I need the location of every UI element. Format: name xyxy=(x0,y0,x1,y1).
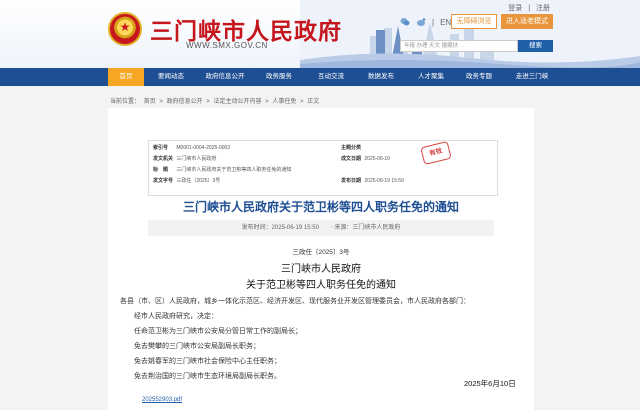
meta-label: 成文日期 xyxy=(341,156,362,162)
meta-label: 标 题 xyxy=(153,167,169,173)
attachment-link[interactable]: 20255290​3.pdf xyxy=(142,397,182,403)
top-links: 登录 | 注册 xyxy=(506,3,552,13)
meta-row-category: 主题分类 xyxy=(337,144,363,152)
weibo-icon[interactable] xyxy=(416,17,426,27)
salutation: 各县（市、区）人民政府，城乡一体化示范区、经济开发区、现代服务业开发区管理委员会… xyxy=(120,298,470,305)
search-input[interactable]: 年报 办理 天文 援藏扶 … xyxy=(400,40,518,52)
breadcrumb-item[interactable]: 首页 xyxy=(144,99,156,105)
meta-label: 主题分类 xyxy=(341,145,362,151)
nav-item-data-release[interactable]: 数据发布 xyxy=(358,68,404,86)
paragraph: 免去樊攀的三门峡市公安局副局长职务； xyxy=(134,343,260,350)
national-emblem-logo: ★ xyxy=(108,12,142,46)
wechat-icon[interactable] xyxy=(400,17,410,27)
breadcrumb-separator: > xyxy=(300,99,304,105)
meta-value: 三门峡市人民政府 xyxy=(176,156,217,162)
meta-value: 2025-06-10 xyxy=(364,156,390,162)
meta-value: 三门峡市人民政府关于范卫彬等四人职务任免的通知 xyxy=(176,167,292,173)
nav-item-news[interactable]: 要闻动态 xyxy=(148,68,194,86)
document-title: 三门峡市人民政府关于范卫彬等四人职务任免的通知 xyxy=(182,200,459,214)
nav-item-info-disclosure[interactable]: 政府信息公开 xyxy=(198,68,252,86)
nav-item-home[interactable]: 首页 xyxy=(108,68,144,86)
document-issuer: 三门峡市人民政府 xyxy=(281,264,361,275)
document-subtitle: 关于范卫彬等四人职务任免的通知 xyxy=(246,280,396,291)
nav-item-about-sanmenxia[interactable]: 走进三门峡 xyxy=(506,68,558,86)
nav-item-talent[interactable]: 人才聚集 xyxy=(408,68,454,86)
main-navigation: 首页 要闻动态 政府信息公开 政务服务 互动交流 数据发布 人才聚集 政务专题 … xyxy=(0,68,640,86)
paragraph: 经市人民政府研究，决定： xyxy=(134,313,218,320)
document-number: 三政任〔2025〕3号 xyxy=(292,249,350,256)
paragraph: 免去姚春军的三门峡市社会保险中心主任职务； xyxy=(134,358,281,365)
meta-row-docno: 发文字号 三政任〔2025〕3号 xyxy=(149,177,220,185)
nav-item-interaction[interactable]: 互动交流 xyxy=(308,68,354,86)
meta-row-issuer: 发文机关 三门峡市人民政府 xyxy=(149,155,216,163)
english-link[interactable]: EN xyxy=(440,18,451,27)
meta-row-pubdate: 发布日期 2025-06-19 15:50 xyxy=(337,177,404,185)
meta-label: 发文字号 xyxy=(153,178,174,184)
meta-value: M0001-0004-2025-0003 xyxy=(176,145,231,151)
document-date: 2025年6月10日 xyxy=(464,379,516,388)
meta-row-title: 标 题 三门峡市人民政府关于范卫彬等四人职务任免的通知 xyxy=(149,166,291,174)
publish-time: 发布时间：2025-06-19 15:50 xyxy=(241,225,319,231)
breadcrumb-separator: > xyxy=(265,99,269,105)
nav-item-government-services[interactable]: 政务服务 xyxy=(256,68,302,86)
meta-row-date: 成文日期 2025-06-10 xyxy=(337,155,390,163)
paragraph: 免去荆治国的三门峡市生态环境局副局长职务。 xyxy=(134,373,281,380)
meta-row-index: 索引号 M0001-0004-2025-0003 xyxy=(149,144,230,152)
breadcrumb-item[interactable]: 人事任免 xyxy=(272,99,296,105)
breadcrumb-current: 正文 xyxy=(307,99,320,105)
barrier-free-button[interactable]: 无障碍浏览 xyxy=(451,14,497,29)
elder-mode-button[interactable]: 进入适老模式 xyxy=(501,14,553,29)
meta-label: 索引号 xyxy=(153,145,169,151)
site-url: WWW.SMX.GOV.CN xyxy=(186,41,268,50)
register-link[interactable]: 注册 xyxy=(536,5,550,12)
breadcrumb: 当前位置： 首页 > 政府信息公开 > 法定主动公开内容 > 人事任免 > 正文 xyxy=(110,96,321,105)
breadcrumb-item[interactable]: 政府信息公开 xyxy=(167,99,203,105)
site-header: ★ 三门峡市人民政府 WWW.SMX.GOV.CN 登录 | 注册 | EN |… xyxy=(0,0,640,68)
source-icon: ◦ xyxy=(330,225,333,231)
breadcrumb-item[interactable]: 法定主动公开内容 xyxy=(213,99,261,105)
meta-value: 2025-06-19 15:50 xyxy=(364,178,404,184)
nav-item-topics[interactable]: 政务专题 xyxy=(456,68,502,86)
article-container: 索引号 M0001-0004-2025-0003 主题分类 发文机关 三门峡市人… xyxy=(108,108,534,410)
breadcrumb-separator: > xyxy=(206,99,210,105)
breadcrumb-prefix: 当前位置： xyxy=(110,99,141,105)
meta-label: 发布日期 xyxy=(341,178,362,184)
paragraph: 任命范卫彬为三门峡市公安局分管日常工作的副局长； xyxy=(134,328,302,335)
login-link[interactable]: 登录 xyxy=(508,5,522,12)
separator: | xyxy=(432,17,435,27)
city-skyline-banner xyxy=(300,0,640,68)
search-button[interactable]: 搜索 xyxy=(518,40,553,52)
source: 来源：三门峡市人民政府 xyxy=(334,225,401,231)
meta-value: 三政任〔2025〕3号 xyxy=(176,178,221,184)
separator: | xyxy=(528,5,531,12)
breadcrumb-separator: > xyxy=(159,99,163,105)
publish-info-bar: 发布时间：2025-06-19 15:50 ◦ 来源：三门峡市人民政府 xyxy=(148,220,494,236)
meta-label: 发文机关 xyxy=(153,156,174,162)
